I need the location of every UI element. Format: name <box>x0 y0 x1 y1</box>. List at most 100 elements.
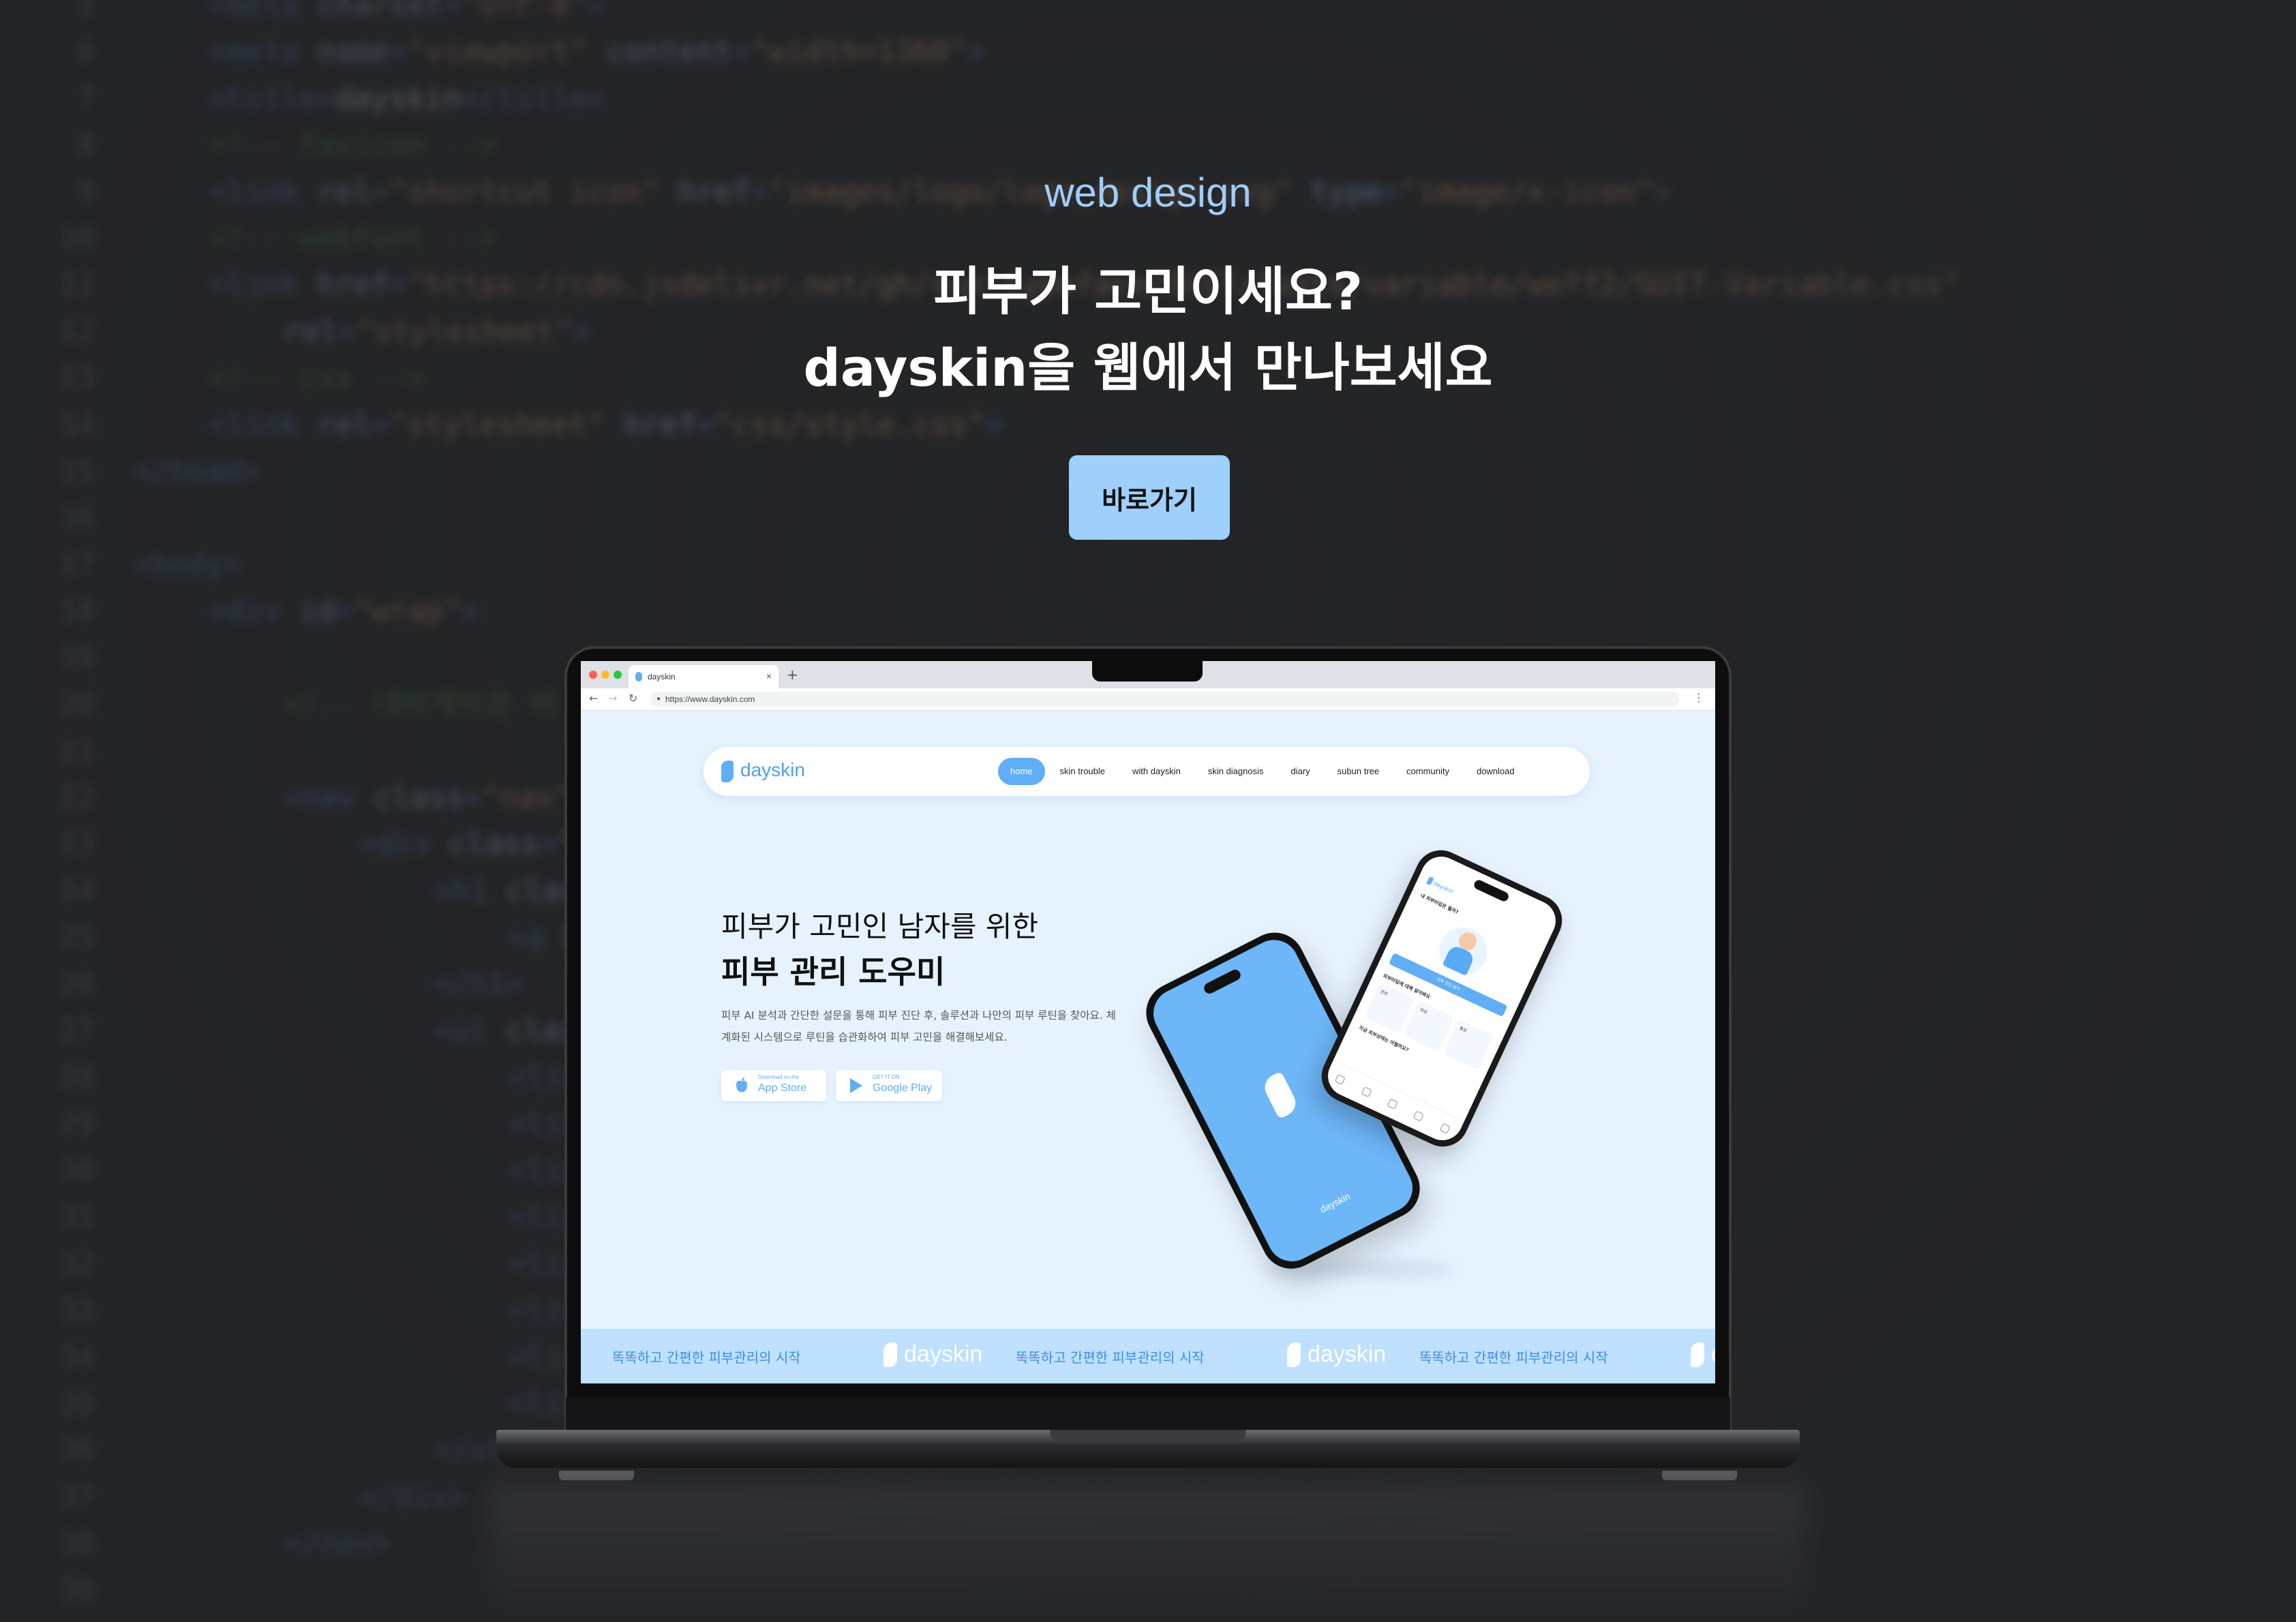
phone-back-brand: dayskin <box>1318 1190 1353 1215</box>
close-window-icon[interactable] <box>589 671 597 679</box>
google-play-caption: GET IT ON <box>873 1074 900 1080</box>
dayskin-logo-icon <box>1260 1071 1301 1120</box>
code-token: </title> <box>461 80 606 116</box>
site-hero-description: 피부 AI 분석과 간단한 설문을 통해 피부 진단 후, 솔루션과 나만의 피… <box>721 1009 1116 1043</box>
line-number: 22 <box>59 780 95 815</box>
dayskin-logo-icon <box>1691 1343 1704 1367</box>
line-number: 31 <box>59 1199 95 1235</box>
code-token: name <box>316 34 389 70</box>
code-token: "width=1360" <box>750 34 967 70</box>
phone-front-screen: dayskin 내 피부타입은 뭘까? 피부 진단 받기 피부타입에 대해 알아… <box>1321 850 1562 1147</box>
nav-item-with-dayskin[interactable]: with dayskin <box>1120 758 1193 785</box>
code-text: <title>dayskin</title> <box>209 76 606 122</box>
code-token: "css/style.css" <box>714 407 986 442</box>
apple-icon <box>736 1077 747 1092</box>
eyebrow-label: web design <box>1044 170 1252 215</box>
home-icon[interactable] <box>1334 1074 1346 1086</box>
diagnosis-icon[interactable] <box>1361 1086 1372 1098</box>
nav-item-skin-diagnosis[interactable]: skin diagnosis <box>1196 758 1276 785</box>
dayskin-logo-icon[interactable] <box>721 761 734 782</box>
nav-item-download[interactable]: download <box>1464 758 1527 785</box>
line-number: 6 <box>77 34 96 70</box>
marquee-slogan: 똑똑하고 간편한 피부관리의 시작 <box>1419 1349 1608 1366</box>
code-token: = <box>335 594 353 629</box>
code-token: "stylesheet" <box>389 407 606 442</box>
browser-menu-icon[interactable]: ⋮ <box>1693 691 1704 704</box>
slogan-marquee: 똑똑하고 간편한 피부관리의 시작 dayskin 똑똑하고 간편한 피부관리의 시… <box>581 1329 1715 1383</box>
site-hero-line-1: 피부가 고민인 남자를 위한 <box>721 910 1039 943</box>
forward-icon[interactable]: → <box>608 692 617 705</box>
code-token: "nav" <box>482 780 573 815</box>
community-icon[interactable] <box>1413 1110 1425 1122</box>
laptop-reflection <box>491 1486 1805 1622</box>
code-token: > <box>588 0 606 22</box>
line-number: 28 <box>59 1060 95 1095</box>
line-number: 8 <box>77 127 96 163</box>
line-number: 26 <box>59 966 95 1002</box>
code-token: charset <box>316 0 444 22</box>
line-number: 14 <box>59 407 95 442</box>
laptop-foot <box>559 1471 634 1480</box>
google-play-label: Google Play <box>873 1082 933 1094</box>
line-number: 36 <box>59 1433 95 1468</box>
laptop-feet <box>559 1471 1737 1480</box>
diary-icon[interactable] <box>1387 1098 1398 1110</box>
reload-icon[interactable]: ↻ <box>629 692 637 705</box>
laptop-screen: dayskin × + ← → ↻ ● https://www.dayskin.… <box>581 661 1715 1383</box>
app-skin-card[interactable]: 지성 <box>1403 1000 1455 1052</box>
nav-item-subun-tree[interactable]: subun tree <box>1325 758 1391 785</box>
back-icon[interactable]: ← <box>589 692 598 705</box>
nav-item-community[interactable]: community <box>1394 758 1462 785</box>
nav-item-diary[interactable]: diary <box>1278 758 1322 785</box>
line-number: 24 <box>59 873 95 908</box>
site-nav-menu: home skin trouble with dayskin skin diagnos… <box>998 758 1527 785</box>
google-play-button[interactable]: GET IT ON Google Play <box>836 1070 942 1101</box>
app-store-button[interactable]: Download on the App Store <box>721 1070 826 1101</box>
dynamic-island <box>1202 968 1243 996</box>
nav-item-home[interactable]: home <box>998 758 1045 785</box>
dayskin-logo-icon <box>1287 1343 1301 1367</box>
line-number: 5 <box>77 0 96 22</box>
new-tab-icon[interactable]: + <box>787 667 798 683</box>
address-bar[interactable]: ● https://www.dayskin.com <box>650 692 1680 707</box>
line-number: 7 <box>77 80 96 116</box>
line-number: 39 <box>59 1572 95 1608</box>
code-token: </div> <box>359 1479 467 1514</box>
code-text: </h1> <box>434 961 524 1007</box>
browser-tab[interactable]: dayskin × <box>629 665 779 688</box>
line-number: 21 <box>59 733 95 769</box>
favicon-icon <box>635 672 642 682</box>
minimize-window-icon[interactable] <box>601 671 609 679</box>
marquee-brand: dayskin <box>1711 1341 1715 1368</box>
code-text: <div id="wrap"> <box>209 588 479 634</box>
code-token: = <box>732 34 751 70</box>
code-token: class <box>374 780 464 815</box>
code-token: > <box>967 34 986 70</box>
profile-icon[interactable] <box>1439 1122 1451 1134</box>
line-number: 18 <box>59 594 95 629</box>
maximize-window-icon[interactable] <box>614 671 622 679</box>
code-token: id <box>299 594 335 629</box>
code-token: > <box>461 594 480 629</box>
code-text: </div> <box>359 1474 467 1520</box>
code-text: <nav class="nav"> <box>284 775 590 821</box>
line-number: 37 <box>59 1479 95 1514</box>
line-number: 27 <box>59 1013 95 1048</box>
tab-title: dayskin <box>648 672 676 682</box>
code-token: = <box>464 780 483 815</box>
code-token: <!-- favicon --> <box>209 127 498 163</box>
code-token: rel <box>316 407 372 442</box>
marquee-brand: dayskin <box>1308 1341 1387 1367</box>
camera-notch <box>1092 661 1203 682</box>
code-text: <!-- favicon --> <box>209 122 498 168</box>
lock-icon: ● <box>656 695 661 703</box>
site-logo-text[interactable]: dayskin <box>740 759 805 781</box>
go-button[interactable]: 바로가기 <box>1069 455 1230 540</box>
tab-close-icon[interactable]: × <box>766 671 772 682</box>
code-token: class <box>449 827 539 862</box>
app-skin-card[interactable]: 중성 <box>1442 1019 1494 1071</box>
nav-item-skin-trouble[interactable]: skin trouble <box>1048 758 1117 785</box>
code-token: <meta <box>209 34 317 70</box>
google-play-icon <box>850 1078 862 1093</box>
code-text: <meta name="viewport" content="width=136… <box>209 29 985 75</box>
